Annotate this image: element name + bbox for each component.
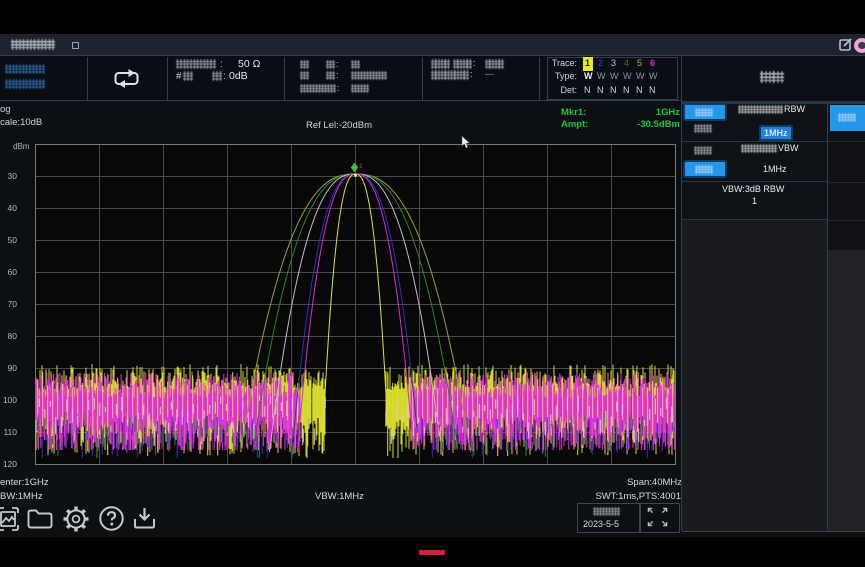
svg-text:1: 1	[359, 163, 363, 170]
